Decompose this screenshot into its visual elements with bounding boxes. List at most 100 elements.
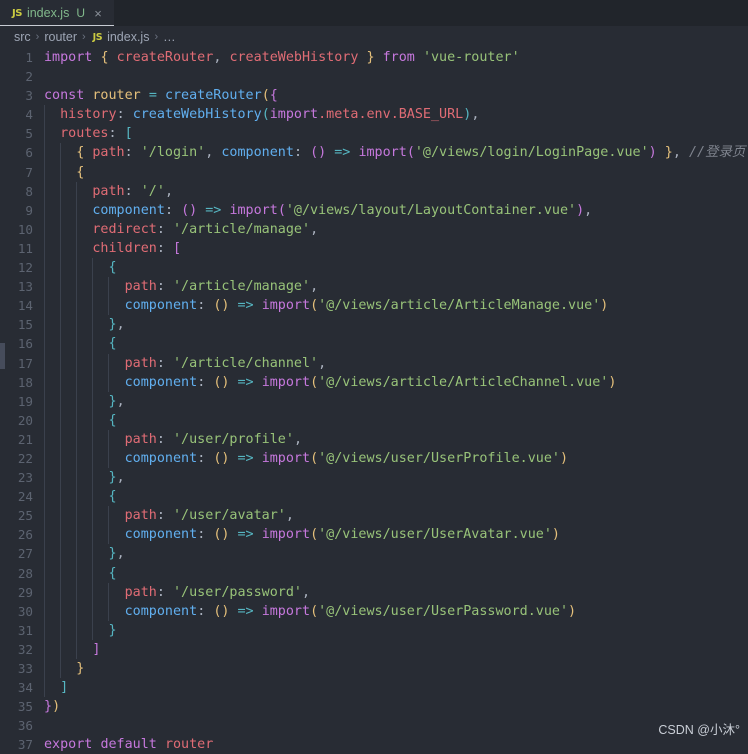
code-line-content[interactable]: { <box>44 162 748 182</box>
code-line[interactable]: 10 redirect: '/article/manage', <box>0 219 748 239</box>
code-line[interactable]: 30 component: () => import('@/views/user… <box>0 601 748 621</box>
code-line-content[interactable]: }, <box>44 544 748 564</box>
code-line[interactable]: 9 component: () => import('@/views/layou… <box>0 200 748 220</box>
code-line[interactable]: 16 { <box>0 334 748 354</box>
code-line[interactable]: 36 <box>0 716 748 735</box>
indent-guide <box>44 353 45 373</box>
breadcrumb-item-index-js[interactable]: index.js <box>107 30 149 44</box>
code-line[interactable]: 5 routes: [ <box>0 124 748 144</box>
code-line[interactable]: 11 children: [ <box>0 238 748 259</box>
code-line[interactable]: 7 { <box>0 162 748 182</box>
code-line-content[interactable]: path: '/article/channel', <box>44 353 748 373</box>
code-line[interactable]: 22 component: () => import('@/views/user… <box>0 448 748 469</box>
code-line-content[interactable]: { <box>44 334 748 354</box>
code-line-content[interactable]: component: () => import('@/views/article… <box>44 372 748 392</box>
code-line[interactable]: 33 } <box>0 659 748 679</box>
code-token: ( <box>261 88 270 104</box>
code-line[interactable]: 1 import { createRouter, createWebHistory… <box>0 48 748 67</box>
code-line-content[interactable]: { <box>44 563 748 583</box>
code-line-content[interactable]: ] <box>44 639 748 659</box>
code-line-content[interactable]: history: createWebHistory(import.meta.en… <box>44 105 748 125</box>
code-line[interactable]: 23 }, <box>0 468 748 488</box>
code-line[interactable]: 17 path: '/article/channel', <box>0 353 748 373</box>
code-line[interactable]: 35}) <box>0 697 748 716</box>
code-line[interactable]: 27 }, <box>0 544 748 564</box>
code-line-content[interactable]: }, <box>44 468 748 488</box>
code-line-content[interactable]: component: () => import('@/views/user/Us… <box>44 525 748 545</box>
code-line-content[interactable]: ] <box>44 678 748 698</box>
line-number: 7 <box>25 164 33 180</box>
code-line-content[interactable]: const router = createRouter({ <box>44 86 748 105</box>
code-line-content[interactable]: path: '/article/manage', <box>44 277 748 297</box>
code-line[interactable]: 13 path: '/article/manage', <box>0 277 748 297</box>
code-line-content[interactable]: path: '/user/profile', <box>44 429 748 449</box>
code-line-content[interactable]: } <box>44 659 748 679</box>
code-line[interactable]: 2 <box>0 67 748 86</box>
code-line-content[interactable]: redirect: '/article/manage', <box>44 219 748 239</box>
code-line-content[interactable] <box>44 716 748 735</box>
breadcrumb-item-src[interactable]: src <box>14 30 31 44</box>
code-line-content[interactable] <box>44 67 748 86</box>
code-line[interactable]: 14 component: () => import('@/views/arti… <box>0 296 748 316</box>
code-line[interactable]: 4 history: createWebHistory(import.meta.… <box>0 105 748 125</box>
breadcrumb-item-router[interactable]: router <box>44 30 77 44</box>
code-line-content[interactable]: { <box>44 487 748 507</box>
close-icon[interactable]: × <box>91 7 105 20</box>
code-line-content[interactable]: path: '/user/password', <box>44 582 748 602</box>
code-line-content[interactable]: path: '/user/avatar', <box>44 506 748 526</box>
code-line-content[interactable]: component: () => import('@/views/user/Us… <box>44 601 748 621</box>
code-line[interactable]: 8 path: '/', <box>0 181 748 201</box>
code-lines-container[interactable]: 1 import { createRouter, createWebHistory… <box>0 48 748 754</box>
code-line-content[interactable]: children: [ <box>44 238 748 259</box>
code-line-content[interactable]: component: () => import('@/views/user/Us… <box>44 448 748 469</box>
code-line[interactable]: 37 export default router <box>0 735 748 754</box>
code-line-content[interactable]: export default router <box>44 735 748 754</box>
code-token: , <box>116 470 125 486</box>
code-line[interactable]: 28 { <box>0 563 748 583</box>
code-line[interactable]: 24 { <box>0 487 748 507</box>
code-line[interactable]: 29 path: '/user/password', <box>0 582 748 602</box>
code-line[interactable]: 15 }, <box>0 315 748 335</box>
code-token: { <box>100 50 109 65</box>
indent-guide <box>60 277 62 297</box>
line-number: 30 <box>17 603 33 619</box>
code-line-content[interactable]: { <box>44 258 748 278</box>
code-line-content[interactable]: import { createRouter, createWebHistory … <box>44 48 748 67</box>
code-token: ( <box>181 202 190 218</box>
code-line-content[interactable]: routes: [ <box>44 124 748 144</box>
code-editor[interactable]: 1 import { createRouter, createWebHistory… <box>0 48 748 754</box>
code-line-content[interactable]: { <box>44 410 748 430</box>
code-line-content[interactable]: } <box>44 620 748 640</box>
code-line[interactable]: 21 path: '/user/profile', <box>0 429 748 449</box>
indent-guide <box>92 296 94 316</box>
code-line[interactable]: 18 component: () => import('@/views/arti… <box>0 372 748 392</box>
breadcrumb-item-symbol[interactable]: … <box>163 30 176 44</box>
code-line[interactable]: 6 { path: '/login', component: () => imp… <box>0 143 748 163</box>
indent-guide <box>44 468 45 488</box>
code-line-content[interactable]: }, <box>44 391 748 411</box>
chevron-right-icon: › <box>35 31 40 43</box>
code-line[interactable]: 19 }, <box>0 391 748 411</box>
code-line[interactable]: 25 path: '/user/avatar', <box>0 506 748 526</box>
code-line-content[interactable]: component: () => import('@/views/article… <box>44 296 748 316</box>
code-token: } <box>664 145 673 161</box>
code-line[interactable]: 31 } <box>0 620 748 640</box>
code-line-content[interactable]: path: '/', <box>44 181 748 201</box>
line-number: 5 <box>25 126 33 142</box>
code-line[interactable]: 34 ] <box>0 678 748 698</box>
code-line-content[interactable]: component: () => import('@/views/layout/… <box>44 200 748 220</box>
code-token: } <box>108 546 117 562</box>
code-line-content[interactable]: }) <box>44 697 748 716</box>
editor-tab-index-js[interactable]: JS index.js U × <box>0 0 115 26</box>
code-line[interactable]: 26 component: () => import('@/views/user… <box>0 525 748 545</box>
code-token: ) <box>189 202 198 218</box>
code-line-content[interactable]: }, <box>44 315 748 335</box>
code-line[interactable]: 3 const router = createRouter({ <box>0 86 748 105</box>
code-line[interactable]: 32 ] <box>0 639 748 659</box>
code-line[interactable]: 20 { <box>0 410 748 430</box>
indent-guide <box>44 219 45 239</box>
indent-guide <box>108 448 110 469</box>
code-line[interactable]: 12 { <box>0 258 748 278</box>
code-line-content[interactable]: { path: '/login', component: () => impor… <box>44 143 748 163</box>
